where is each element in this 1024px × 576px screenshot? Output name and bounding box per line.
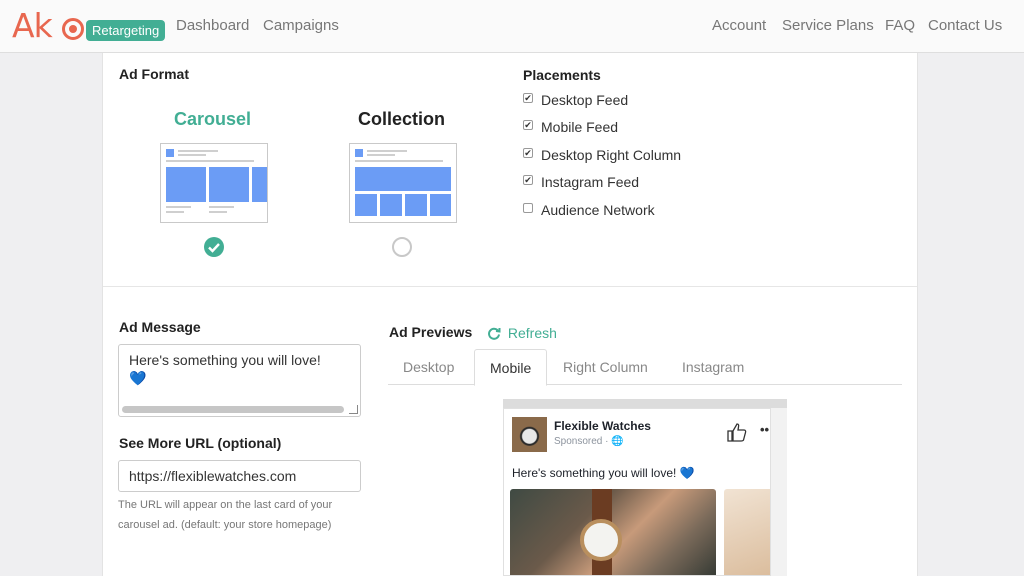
tab-right-column[interactable]: Right Column [548, 349, 663, 385]
placement-label: Mobile Feed [541, 119, 619, 135]
desktop-feed-checkbox[interactable]: ✔ [523, 93, 533, 103]
retargeting-badge: Retargeting [86, 20, 166, 41]
nav-service-plans-link[interactable]: Service Plans [782, 17, 874, 34]
page-avatar [512, 417, 547, 452]
sponsored-label: Sponsored · 🌐 [554, 436, 624, 447]
mobile-ad-preview: Flexible Watches Sponsored · 🌐 •• Here's… [503, 399, 787, 576]
campaign-form-panel: Ad Format Carousel Collection Placements… [102, 53, 918, 576]
refresh-button[interactable]: Refresh [487, 325, 557, 341]
mobile-feed-checkbox[interactable]: ✔ [523, 120, 533, 130]
desktop-right-column-checkbox[interactable]: ✔ [523, 148, 533, 158]
nav-account-link[interactable]: Account [712, 17, 766, 34]
watch-face [580, 519, 622, 561]
post-text: Here's something you will love! 💙 [512, 466, 695, 480]
preview-top-bar [503, 399, 787, 408]
see-more-url-help: The URL will appear on the last card of … [118, 499, 333, 531]
carousel-option-label[interactable]: Carousel [174, 109, 251, 130]
tab-mobile[interactable]: Mobile [474, 349, 548, 386]
refresh-label: Refresh [507, 325, 557, 341]
nav-campaigns-link[interactable]: Campaigns [263, 17, 339, 34]
nav-faq-link[interactable]: FAQ [885, 17, 915, 34]
tab-instagram[interactable]: Instagram [667, 349, 759, 385]
carousel-card-image-next[interactable] [724, 489, 770, 575]
fb-post-card: Flexible Watches Sponsored · 🌐 •• Here's… [503, 408, 771, 576]
tab-desktop[interactable]: Desktop [388, 349, 469, 385]
collection-layout-icon [355, 149, 451, 216]
nav-contact-link[interactable]: Contact Us [928, 17, 1002, 34]
section-divider [103, 286, 917, 287]
placement-label: Desktop Feed [541, 92, 629, 108]
textarea-scrollbar[interactable] [122, 406, 344, 413]
audience-network-checkbox[interactable] [523, 203, 533, 213]
ad-message-textarea[interactable]: Here's something you will love! 💙 [118, 344, 361, 417]
ad-format-heading: Ad Format [119, 66, 189, 82]
collection-radio[interactable] [392, 237, 412, 257]
post-menu-icon[interactable]: •• [760, 422, 769, 437]
carousel-layout-icon [166, 149, 267, 213]
collection-thumbnail[interactable] [349, 143, 457, 223]
logo-eye-icon [62, 18, 84, 40]
placements-heading: Placements [523, 67, 601, 83]
see-more-url-input[interactable]: https://flexiblewatches.com [118, 460, 361, 492]
ad-previews-heading: Ad Previews [389, 324, 473, 340]
nav-dashboard-link[interactable]: Dashboard [176, 17, 249, 34]
top-navbar: Ak Retargeting Dashboard Campaigns Accou… [0, 0, 1024, 53]
placement-label: Audience Network [541, 202, 655, 218]
refresh-icon [488, 327, 501, 340]
carousel-card-image[interactable] [510, 489, 716, 575]
like-icon[interactable] [726, 421, 748, 443]
placement-label: Desktop Right Column [541, 147, 682, 163]
carousel-thumbnail[interactable] [160, 143, 268, 223]
ad-message-value: Here's something you will love! 💙 [129, 352, 321, 386]
carousel-selected-check-icon[interactable] [204, 237, 224, 257]
logo-text: Ak [12, 6, 53, 45]
ad-message-heading: Ad Message [119, 319, 201, 335]
page-name[interactable]: Flexible Watches [554, 419, 651, 433]
logo[interactable]: Ak [12, 6, 84, 45]
collection-option-label[interactable]: Collection [358, 109, 445, 130]
instagram-feed-checkbox[interactable]: ✔ [523, 175, 533, 185]
placement-label: Instagram Feed [541, 174, 640, 190]
see-more-url-heading: See More URL (optional) [119, 435, 282, 451]
textarea-resize-handle[interactable] [349, 405, 358, 414]
preview-tabs: Desktop Mobile Right Column Instagram [388, 349, 902, 386]
